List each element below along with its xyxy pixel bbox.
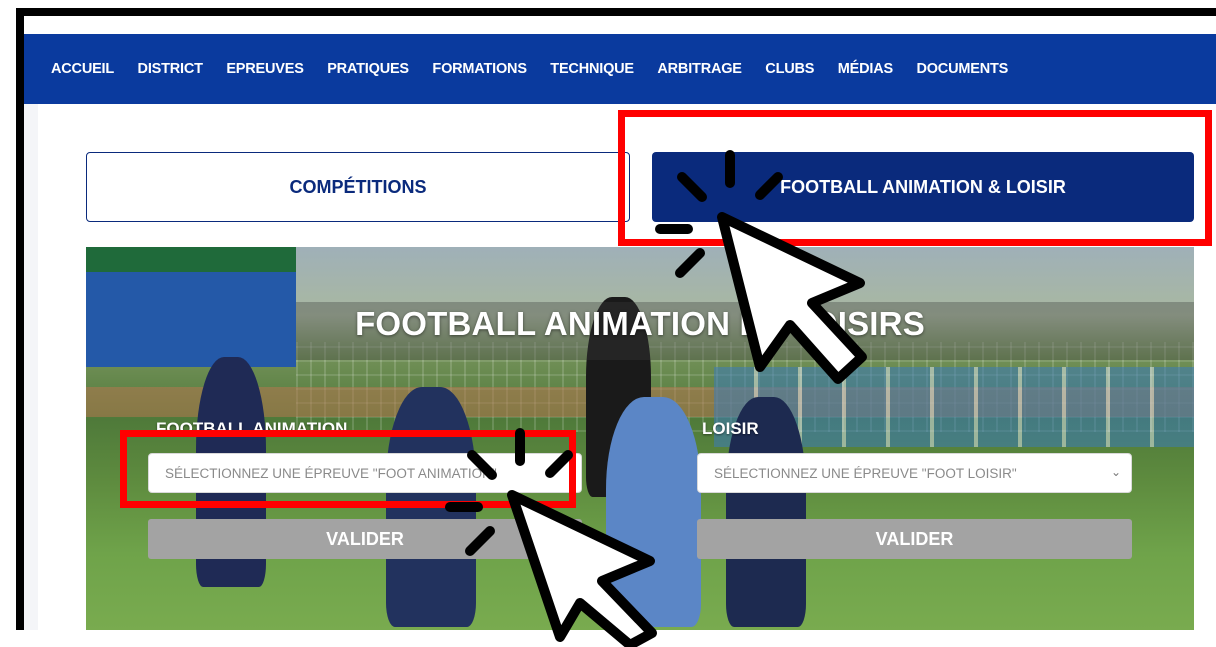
click-cursor-icon bbox=[655, 150, 867, 384]
click-cursor-icon bbox=[445, 428, 657, 647]
top-strip bbox=[24, 16, 1216, 34]
chevron-down-icon: ⌄ bbox=[1110, 465, 1121, 479]
nav-item-arbitrage[interactable]: ARBITRAGE bbox=[657, 61, 742, 77]
nav-item-accueil[interactable]: ACCUEIL bbox=[51, 61, 114, 77]
tab-competitions[interactable]: COMPÉTITIONS bbox=[86, 152, 630, 222]
nav-item-pratiques[interactable]: PRATIQUES bbox=[327, 61, 409, 77]
hero-title: FOOTBALL ANIMATION ET LOISIRS bbox=[355, 305, 925, 342]
main-nav: ACCUEIL DISTRICT EPREUVES PRATIQUES FORM… bbox=[24, 34, 1216, 104]
loisir-label: LOISIR bbox=[702, 419, 759, 438]
foot-loisir-select-value: SÉLECTIONNEZ UNE ÉPREUVE "FOOT LOISIR" bbox=[714, 465, 1017, 481]
foot-loisir-select[interactable]: SÉLECTIONNEZ UNE ÉPREUVE "FOOT LOISIR" ⌄ bbox=[697, 453, 1132, 493]
nav-item-formations[interactable]: FORMATIONS bbox=[432, 61, 527, 77]
nav-item-medias[interactable]: MÉDIAS bbox=[838, 61, 893, 77]
nav-item-district[interactable]: DISTRICT bbox=[138, 61, 203, 77]
nav-item-clubs[interactable]: CLUBS bbox=[765, 61, 814, 77]
nav-item-technique[interactable]: TECHNIQUE bbox=[550, 61, 634, 77]
nav-item-epreuves[interactable]: EPREUVES bbox=[226, 61, 304, 77]
nav-item-documents[interactable]: DOCUMENTS bbox=[916, 61, 1008, 77]
hero-photo-banner-top bbox=[86, 247, 296, 272]
valider-loisir-button[interactable]: VALIDER bbox=[697, 519, 1132, 559]
